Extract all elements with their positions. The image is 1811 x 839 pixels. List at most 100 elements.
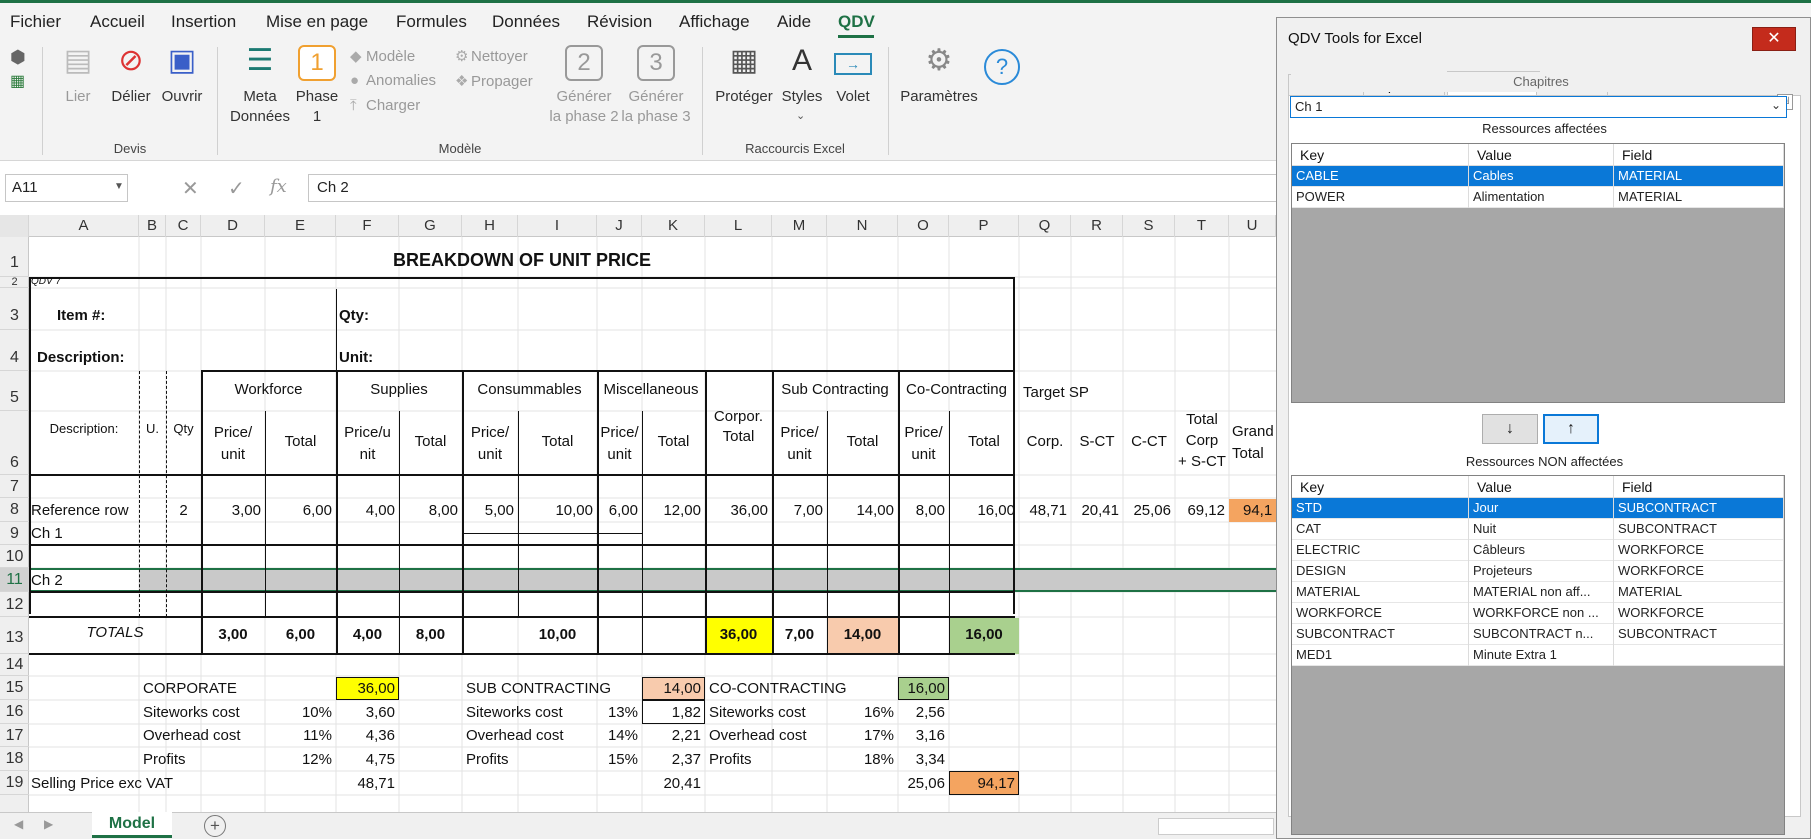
list-item[interactable]: ELECTRIC Câbleurs WORKFORCE [1292,540,1784,561]
list-item[interactable]: MED1 Minute Extra 1 [1292,645,1784,666]
col-header[interactable]: I [518,215,597,237]
styles-button[interactable]: Styles [776,87,828,107]
menu-affichage[interactable]: Affichage [679,12,750,32]
row-header[interactable]: 16 [0,700,29,724]
affected-list[interactable]: Key Value Field CABLE Cables MATERIAL PO… [1291,143,1785,403]
close-icon[interactable]: ✕ [1752,27,1796,51]
col-key[interactable]: Key [1292,144,1469,166]
namebox-dropdown-icon[interactable]: ▼ [114,181,124,192]
col-header[interactable]: B [139,215,166,237]
menu-aide[interactable]: Aide [777,12,811,32]
row-header[interactable]: 8 [0,498,29,522]
anomalies-button[interactable]: ● Anomalies [350,72,436,89]
row-header[interactable]: 9 [0,522,29,545]
menu-insertion[interactable]: Insertion [171,12,236,32]
col-value[interactable]: Value [1469,476,1614,498]
menu-donnees[interactable]: Données [492,12,560,32]
propager-button[interactable]: ❖ Propager [455,72,533,90]
row-header[interactable]: 7 [0,475,29,498]
volet-button[interactable]: Volet [830,87,876,107]
menu-fichier[interactable]: Fichier [10,12,61,32]
proteger-button[interactable]: Protéger [712,87,776,107]
chevron-down-icon[interactable]: ⌄ [1771,98,1781,112]
move-up-button-main[interactable]: ↑ [1543,414,1599,444]
col-header[interactable]: C [166,215,201,237]
charger-button[interactable]: ⤒ Charger [350,97,420,114]
modele-button[interactable]: ◆ Modèle [350,47,415,65]
menu-mise-en-page[interactable]: Mise en page [266,12,368,32]
cube-icon[interactable]: ⬢ [10,47,26,68]
col-header[interactable]: A [29,215,139,237]
list-item[interactable]: CABLE Cables MATERIAL [1292,166,1784,187]
function-icon[interactable]: fx [270,176,287,197]
col-header[interactable]: S [1123,215,1175,237]
meta-donnees-button[interactable]: Meta Données [228,87,292,127]
phase-1-button[interactable]: Phase 1 [292,87,342,127]
row-header[interactable]: 19 [0,771,29,795]
list-item[interactable]: CAT Nuit SUBCONTRACT [1292,519,1784,540]
row-header[interactable]: 6 [0,411,29,475]
confirm-icon[interactable]: ✓ [228,176,245,201]
row-header-selected[interactable]: 11 [0,568,29,592]
menu-formules[interactable]: Formules [396,12,467,32]
row-header[interactable]: 14 [0,654,29,676]
col-header[interactable]: E [265,215,336,237]
col-header[interactable]: O [898,215,949,237]
help-icon[interactable]: ? [984,49,1020,85]
not-affected-list[interactable]: Key Value Field STD Jour SUBCONTRACT CAT… [1291,475,1785,835]
row-header[interactable]: 17 [0,724,29,747]
row-header[interactable]: 5 [0,371,29,411]
list-item[interactable]: WORKFORCE WORKFORCE non ... WORKFORCE [1292,603,1784,624]
col-field[interactable]: Field [1614,144,1784,166]
delier-button[interactable]: Délier [106,87,156,107]
row-header[interactable]: 15 [0,676,29,700]
list-item[interactable]: DESIGN Projeteurs WORKFORCE [1292,561,1784,582]
col-header[interactable]: R [1071,215,1123,237]
col-header[interactable]: J [597,215,642,237]
list-item[interactable]: POWER Alimentation MATERIAL [1292,187,1784,208]
row-header[interactable]: 2 [0,277,29,288]
col-header[interactable]: K [642,215,705,237]
col-header[interactable]: H [462,215,518,237]
row-header[interactable]: 3 [0,288,29,330]
menu-accueil[interactable]: Accueil [90,12,145,32]
add-sheet-icon[interactable]: + [204,815,226,837]
ouvrir-button[interactable]: Ouvrir [158,87,206,107]
row-header[interactable]: 4 [0,330,29,371]
col-key[interactable]: Key [1292,476,1469,498]
row-header[interactable]: 13 [0,617,29,654]
chevron-down-icon[interactable]: ⌄ [796,109,805,122]
col-header[interactable]: G [399,215,462,237]
col-field[interactable]: Field [1614,476,1784,498]
col-header[interactable]: U [1229,215,1276,237]
move-down-button-main[interactable]: ↓ [1482,414,1538,444]
menu-qdv[interactable]: QDV [838,12,875,32]
col-value[interactable]: Value [1469,144,1614,166]
col-header[interactable]: M [772,215,827,237]
row-header[interactable]: 10 [0,545,29,568]
prev-sheet-icon[interactable]: ◀ [14,817,23,831]
row-header[interactable]: 1 [0,237,29,277]
sheet-tab-model[interactable]: Model [92,812,172,838]
next-sheet-icon[interactable]: ▶ [44,817,53,831]
cancel-icon[interactable]: ✕ [182,176,199,201]
col-header[interactable]: D [201,215,265,237]
nettoyer-button[interactable]: ⚙ Nettoyer [455,47,528,65]
list-item[interactable]: STD Jour SUBCONTRACT [1292,498,1784,519]
horizontal-scrollbar[interactable] [1158,818,1274,835]
col-header[interactable]: Q [1019,215,1071,237]
list-item[interactable]: MATERIAL MATERIAL non aff... MATERIAL [1292,582,1784,603]
chapter-2-row[interactable]: Ch 2 [31,572,63,589]
chapter-select[interactable]: Ch 1 [1290,96,1787,118]
col-header[interactable]: P [949,215,1019,237]
worksheet-grid[interactable]: BREAKDOWN OF UNIT PRICE QDV 7 Item #: Qt… [29,237,1276,812]
col-header[interactable]: N [827,215,898,237]
menu-revision[interactable]: Révision [587,12,652,32]
col-header[interactable]: F [336,215,399,237]
parametres-button[interactable]: Paramètres [897,87,981,107]
row-header[interactable]: 12 [0,592,29,617]
list-item[interactable]: SUBCONTRACT SUBCONTRACT n... SUBCONTRACT [1292,624,1784,645]
select-all-corner[interactable] [0,215,29,237]
generer-phase-3-button[interactable]: Générer la phase 3 [620,87,692,127]
name-box[interactable]: A11 [5,174,128,202]
